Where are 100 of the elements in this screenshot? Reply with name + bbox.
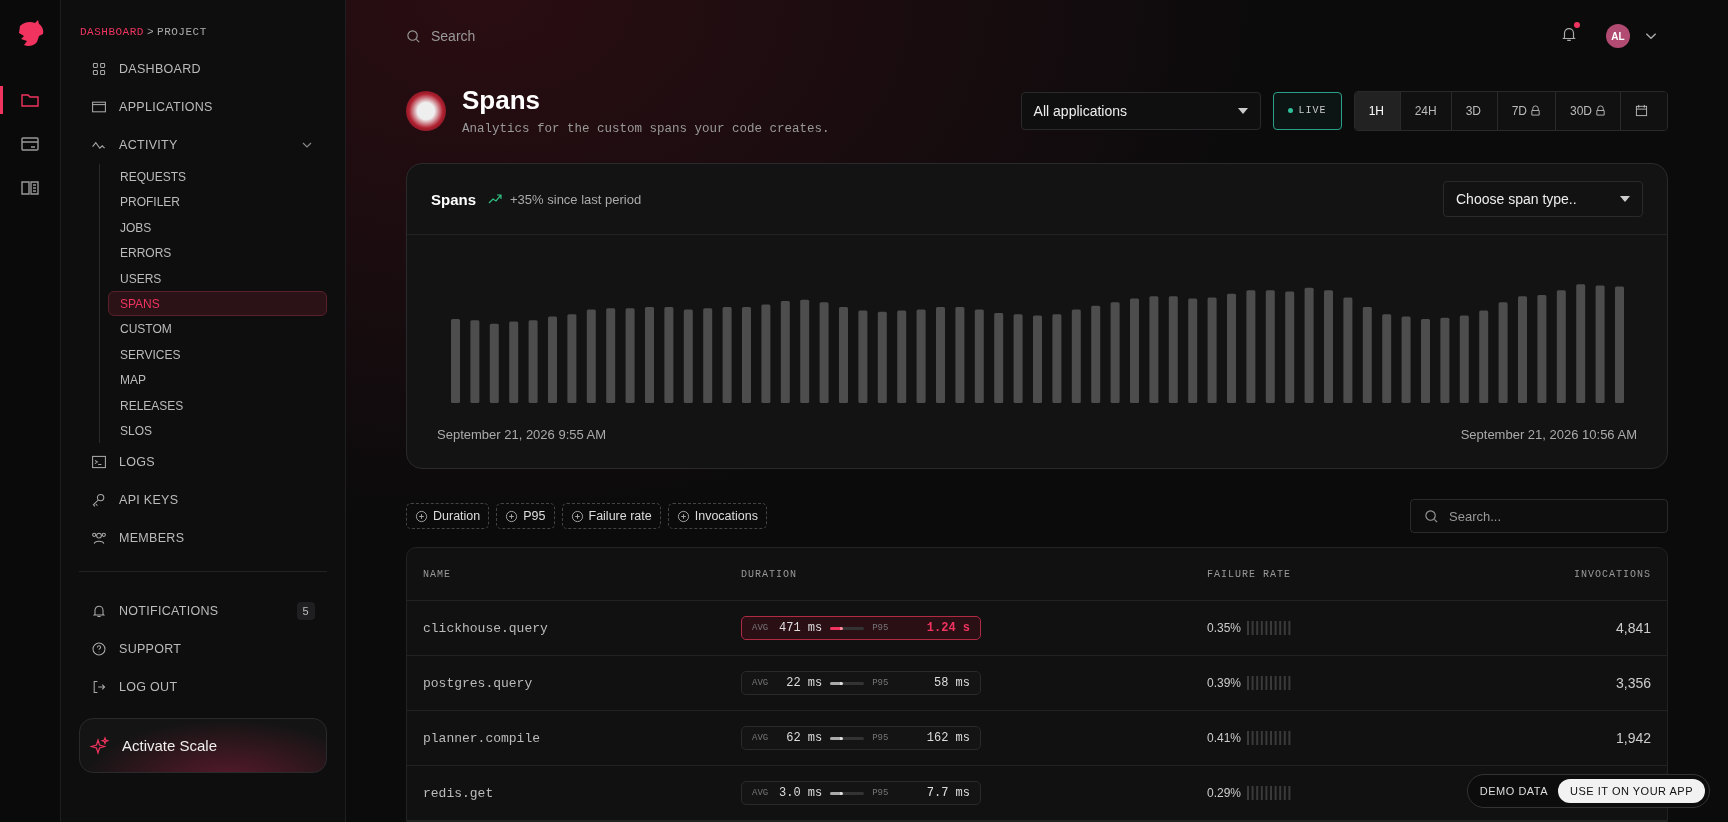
window-icon (91, 99, 107, 115)
mascot-icon (406, 90, 446, 131)
p95-label: P95 (872, 623, 889, 633)
dropdown-caret-icon (1237, 107, 1248, 114)
avg-value: 3.0 ms (778, 786, 823, 800)
range-tab[interactable]: 7D (1497, 91, 1556, 130)
use-on-app-button[interactable]: USE IT ON YOUR APP (1558, 779, 1705, 803)
avg-value: 22 ms (785, 676, 823, 690)
p95-value: 1.24 s (925, 621, 970, 635)
p95-value: 7.7 ms (925, 786, 970, 800)
plus-circle-icon (676, 509, 690, 523)
failure-rate: 0.41% (1207, 731, 1242, 745)
sparkle-icon (90, 735, 110, 756)
chart-title: Spans (431, 190, 476, 208)
nav-subitem[interactable]: ERRORS (108, 240, 327, 266)
filter-chip[interactable]: P95 (496, 503, 555, 529)
avg-label: AVG (752, 678, 769, 688)
card-icon (20, 134, 40, 154)
start-time: September 21, 2026 9:55 AM (437, 427, 607, 442)
nav-item[interactable]: NOTIFICATIONS 5 (79, 592, 327, 631)
failure-rate: 0.35% (1207, 621, 1242, 635)
demo-label: DEMO DATA (1479, 785, 1549, 797)
column-header: INVOCATIONS (1573, 568, 1651, 580)
live-toggle[interactable]: LIVE (1272, 91, 1342, 130)
nav-item[interactable]: LOG OUT (79, 668, 327, 707)
span-name: planner.compile (423, 730, 542, 746)
calendar-icon (1635, 104, 1648, 118)
table-search-field[interactable]: Search... (1410, 499, 1668, 533)
activate-scale-button[interactable]: Activate Scale (79, 718, 327, 774)
logout-icon (91, 679, 107, 696)
breadcrumb-separator: > (146, 26, 155, 38)
filter-chip[interactable]: Failure rate (561, 503, 661, 529)
failure-rate: 0.29% (1207, 786, 1242, 800)
avg-label: AVG (752, 788, 769, 798)
page-subtitle: Analytics for the custom spans your code creates. (462, 122, 831, 137)
help-icon (91, 641, 107, 658)
key-icon (91, 492, 107, 509)
avg-value: 471 ms (778, 621, 823, 635)
nav-item[interactable]: LOGS (79, 443, 327, 482)
bell-icon (1560, 25, 1578, 44)
search-icon (406, 28, 421, 44)
nav-item[interactable]: ACTIVITY (79, 126, 327, 164)
range-tab[interactable]: 3D (1451, 91, 1498, 130)
p95-value: 58 ms (933, 676, 970, 690)
nav-item[interactable]: MEMBERS (79, 519, 327, 558)
column-header: DURATION (741, 568, 798, 580)
nav-item[interactable]: APPLICATIONS (79, 88, 327, 126)
filter-chip[interactable]: Invocations (667, 503, 767, 529)
filter-chip[interactable]: Duration (406, 503, 490, 529)
dropdown-caret-icon (1620, 196, 1630, 202)
terminal-icon (91, 454, 107, 471)
count-badge: 5 (296, 602, 315, 621)
range-tab[interactable]: 1H (1354, 91, 1401, 130)
nav-subitem[interactable]: JOBS (108, 214, 327, 241)
nav-subitem[interactable]: CUSTOM (108, 316, 327, 342)
breadcrumb-link[interactable]: DASHBOARD (80, 26, 144, 38)
grid-icon (91, 61, 107, 77)
trend-text: +35% since last period (510, 191, 643, 207)
column-header: NAME (423, 568, 452, 580)
nav-subitem[interactable]: RELEASES (108, 392, 327, 418)
nav-item[interactable]: API KEYS (79, 481, 327, 520)
span-name: redis.get (423, 785, 495, 801)
people-icon (91, 530, 107, 547)
nav-item[interactable]: SUPPORT (79, 630, 327, 669)
application-select[interactable]: All applications (1020, 91, 1261, 130)
lock-icon (1530, 105, 1541, 117)
plus-circle-icon (415, 509, 428, 523)
span-type-select[interactable]: Choose span type.. (1443, 181, 1643, 217)
breadcrumb-current: PROJECT (157, 26, 207, 38)
calendar-button[interactable] (1621, 91, 1667, 130)
bell-icon (91, 603, 107, 620)
book-icon (20, 178, 40, 198)
nav-subitem[interactable]: MAP (108, 367, 327, 393)
span-name: clickhouse.query (423, 620, 549, 636)
avg-label: AVG (752, 733, 769, 743)
plus-circle-icon (505, 509, 519, 523)
p95-value: 162 ms (925, 731, 970, 745)
failure-rate: 0.39% (1207, 676, 1242, 690)
range-tab[interactable]: 24H (1400, 91, 1452, 130)
p95-label: P95 (872, 678, 889, 688)
avg-label: AVG (752, 623, 769, 633)
nav-subitem[interactable]: SPANS (108, 290, 327, 317)
plus-circle-icon (570, 509, 584, 523)
column-header: FAILURE RATE (1207, 568, 1292, 580)
range-tab[interactable]: 30D (1556, 91, 1621, 130)
invocations-count: 3,356 (1614, 675, 1651, 691)
nav-subitem[interactable]: SERVICES (108, 341, 327, 368)
invocations-count: 1,942 (1614, 730, 1651, 746)
trend-up-icon (488, 194, 502, 204)
page-title: Spans (462, 85, 542, 117)
end-time: September 21, 2026 10:56 AM (1460, 427, 1637, 442)
span-name: postgres.query (423, 675, 534, 691)
nav-subitem[interactable]: SLOS (108, 417, 327, 444)
nav-subitem[interactable]: REQUESTS (108, 164, 327, 190)
user-avatar[interactable]: AL (1606, 24, 1630, 49)
search-field[interactable]: Search (429, 27, 614, 46)
nav-subitem[interactable]: PROFILER (108, 189, 327, 215)
nav-item[interactable]: DASHBOARD (79, 50, 327, 88)
nav-subitem[interactable]: USERS (108, 265, 327, 291)
lock-icon (1595, 105, 1606, 117)
